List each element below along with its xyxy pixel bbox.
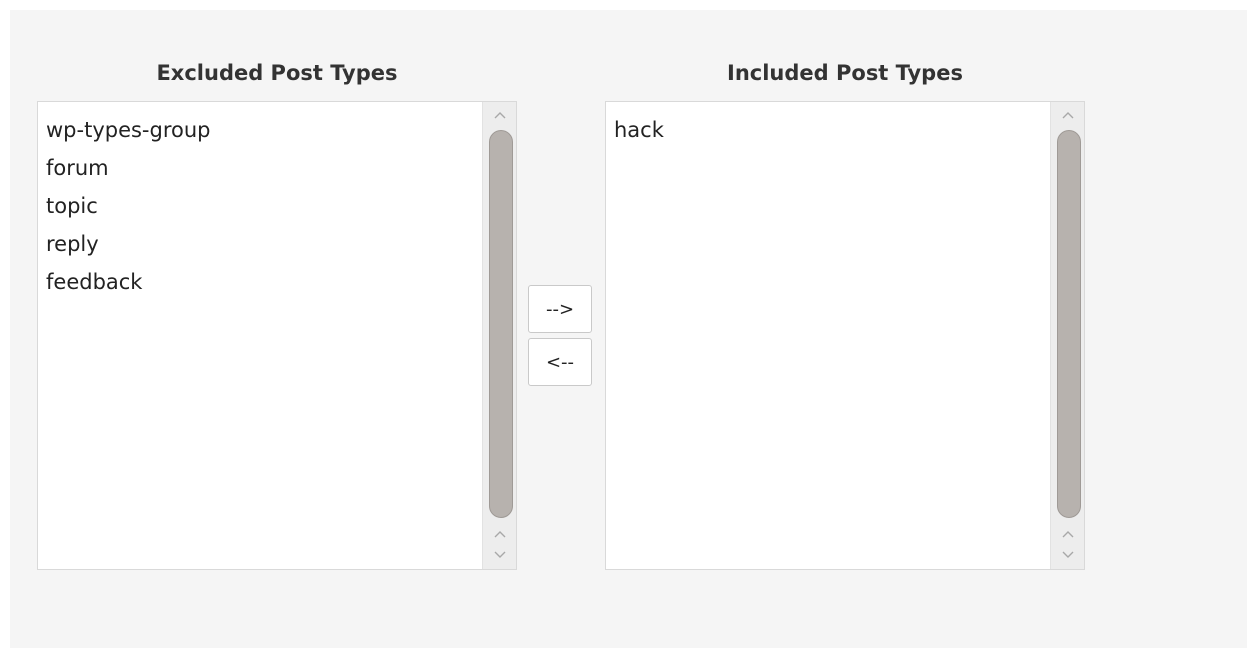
post-types-panel: Excluded Post Types Included Post Types … <box>10 10 1247 648</box>
chevron-up-icon[interactable] <box>483 523 516 545</box>
included-items: hack <box>614 111 1044 149</box>
excluded-post-types-list[interactable]: wp-types-group forum topic reply feedbac… <box>37 101 517 570</box>
chevron-up-icon[interactable] <box>1051 104 1084 126</box>
excluded-post-types-heading: Excluded Post Types <box>156 61 398 85</box>
included-post-types-list[interactable]: hack <box>605 101 1085 570</box>
add-to-included-button[interactable]: --> <box>528 285 592 333</box>
list-item[interactable]: feedback <box>46 263 476 301</box>
chevron-down-icon[interactable] <box>483 544 516 566</box>
chevron-down-icon[interactable] <box>1051 544 1084 566</box>
list-item[interactable]: forum <box>46 149 476 187</box>
list-item[interactable]: wp-types-group <box>46 111 476 149</box>
list-item[interactable]: topic <box>46 187 476 225</box>
included-post-types-heading: Included Post Types <box>727 61 963 85</box>
chevron-up-icon[interactable] <box>483 104 516 126</box>
included-scrollbar[interactable] <box>1050 102 1084 569</box>
excluded-scrollbar[interactable] <box>482 102 516 569</box>
list-item[interactable]: hack <box>614 111 1044 149</box>
excluded-items: wp-types-group forum topic reply feedbac… <box>46 111 476 301</box>
chevron-up-icon[interactable] <box>1051 523 1084 545</box>
remove-from-included-button[interactable]: <-- <box>528 338 592 386</box>
scroll-thumb[interactable] <box>489 130 513 518</box>
scroll-thumb[interactable] <box>1057 130 1081 518</box>
list-item[interactable]: reply <box>46 225 476 263</box>
